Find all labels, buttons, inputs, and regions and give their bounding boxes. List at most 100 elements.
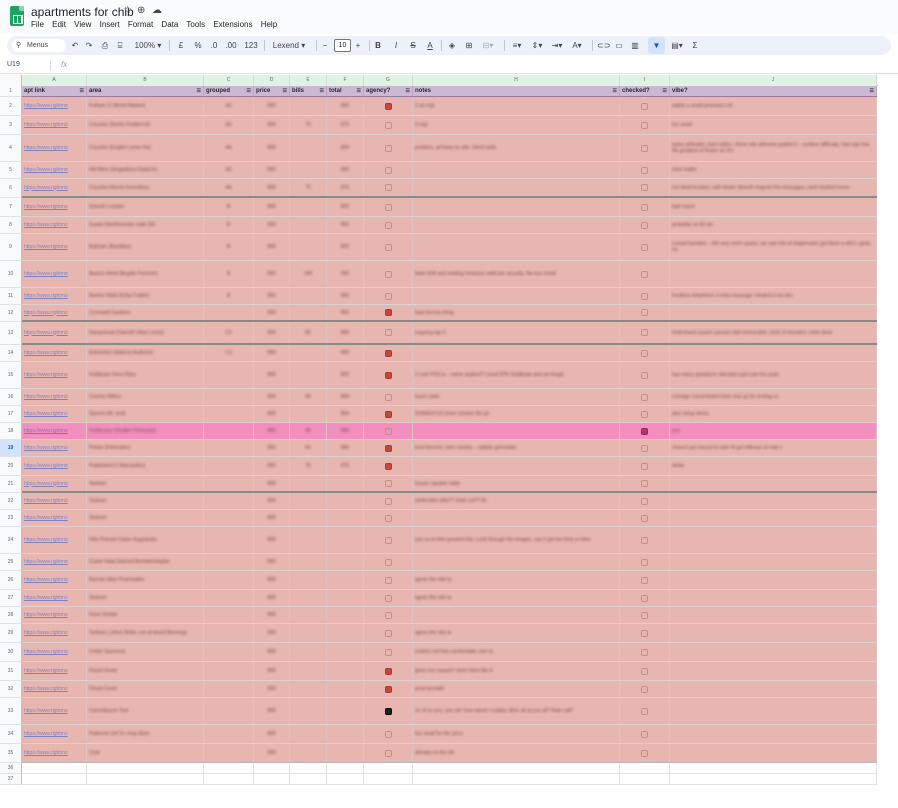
filter-button[interactable]: ▼ [648, 37, 665, 54]
cell-area[interactable]: Hills Polnam Gates Supplardia [87, 527, 204, 553]
cell-bills[interactable] [290, 406, 327, 422]
cell-total[interactable]: 875 [327, 457, 364, 475]
header-cell[interactable]: area ☰ [87, 86, 204, 96]
cell-total[interactable]: 880 [327, 440, 364, 456]
decrease-decimal-button[interactable]: .0 [208, 36, 220, 55]
cell-area[interactable]: Ceat [87, 744, 204, 762]
cell-vibe[interactable]: cursed bumbler – felt very norm quarts, … [670, 234, 877, 260]
cell-notes[interactable] [413, 288, 620, 304]
row-number[interactable]: 37 [0, 774, 22, 785]
cell-checked[interactable] [620, 698, 670, 724]
apartment-link[interactable]: https://www.rightmo [24, 612, 68, 618]
cell-bills[interactable] [290, 135, 327, 161]
cell-vibe[interactable] [670, 554, 877, 570]
checkbox[interactable] [641, 121, 648, 129]
empty-cell[interactable] [22, 774, 87, 784]
cell-price[interactable]: 800 [254, 261, 290, 287]
empty-cell[interactable] [670, 774, 877, 784]
star-icon[interactable]: ☆ [123, 5, 132, 17]
cell-area[interactable]: Tanbam [87, 590, 204, 606]
cell-vibe[interactable]: stable a small premises c/4 [670, 97, 877, 115]
apartment-link[interactable]: https://www.rightmo [24, 271, 68, 277]
checkbox[interactable] [384, 121, 392, 129]
column-header-a[interactable]: A [22, 75, 87, 86]
cell-agency[interactable] [364, 571, 413, 589]
row-number[interactable]: 15 [0, 362, 22, 389]
cell-bills[interactable] [290, 643, 327, 661]
cell-bills[interactable] [290, 607, 327, 623]
cell-total[interactable] [327, 698, 364, 724]
checkbox[interactable] [384, 393, 392, 401]
cell-area[interactable]: Fulham Cl (Brent Market) [87, 97, 204, 115]
cell-vibe[interactable]: not ideal location; with kinder ideacth … [670, 179, 877, 196]
cell-area[interactable]: Crane Valat Gainool Bombtendoplan [87, 554, 204, 570]
cell-grouped[interactable]: A4 [204, 135, 254, 161]
cell-checked[interactable] [620, 476, 670, 491]
empty-cell[interactable] [87, 763, 204, 773]
empty-cell[interactable] [620, 774, 670, 784]
cell-agency[interactable] [364, 744, 413, 762]
checkbox[interactable] [384, 292, 392, 300]
cell-checked[interactable] [620, 162, 670, 178]
cell-area[interactable]: Tanbam (Johns Bride, not at tiered Benni… [87, 624, 204, 642]
checkbox[interactable] [384, 648, 392, 656]
row-number[interactable]: 2 [0, 97, 22, 116]
apartment-link[interactable]: https://www.rightmo [24, 310, 68, 316]
checkbox[interactable] [384, 707, 392, 715]
cell-price[interactable]: 800 [254, 288, 290, 304]
cell-total[interactable] [327, 493, 364, 509]
cell-agency[interactable] [364, 116, 413, 134]
cell-link[interactable]: https://www.rightmo [22, 725, 87, 743]
filter-dropdown-icon[interactable]: ☰ [613, 88, 617, 94]
menu-edit[interactable]: Edit [52, 20, 66, 29]
row-number[interactable]: 30 [0, 643, 22, 662]
cell-link[interactable]: https://www.rightmo [22, 493, 87, 509]
cell-link[interactable]: https://www.rightmo [22, 643, 87, 661]
cell-link[interactable]: https://www.rightmo [22, 698, 87, 724]
cell-bills[interactable] [290, 288, 327, 304]
checkbox[interactable] [384, 497, 392, 505]
cell-notes[interactable] [413, 234, 620, 260]
checkbox[interactable] [384, 576, 392, 584]
checkbox[interactable] [384, 221, 392, 229]
cell-link[interactable]: https://www.rightmo [22, 423, 87, 439]
cell-link[interactable]: https://www.rightmo [22, 607, 87, 623]
cell-link[interactable]: https://www.rightmo [22, 198, 87, 216]
functions-button[interactable]: Σ [690, 36, 700, 55]
empty-row[interactable] [22, 763, 877, 774]
column-header-h[interactable]: H [413, 75, 620, 86]
cell-agency[interactable] [364, 681, 413, 697]
cell-notes[interactable] [413, 510, 620, 526]
cell-area[interactable]: Crantor Hillbro [87, 389, 204, 405]
cell-bills[interactable] [290, 217, 327, 233]
header-cell[interactable]: checked? ☰ [620, 86, 670, 96]
empty-cell[interactable] [290, 774, 327, 784]
cell-total[interactable]: 800 [327, 345, 364, 361]
row-number[interactable]: 26 [0, 571, 22, 590]
filter-dropdown-icon[interactable]: ☰ [80, 88, 84, 94]
cell-agency[interactable] [364, 662, 413, 680]
cell-link[interactable]: https://www.rightmo [22, 217, 87, 233]
checkbox[interactable] [641, 292, 648, 300]
row-number[interactable]: 12 [0, 305, 22, 322]
cell-link[interactable]: https://www.rightmo [22, 624, 87, 642]
cell-grouped[interactable] [204, 440, 254, 456]
cell-checked[interactable] [620, 590, 670, 606]
cell-bills[interactable] [290, 527, 327, 553]
cell-link[interactable]: https://www.rightmo [22, 457, 87, 475]
cell-vibe[interactable] [670, 698, 877, 724]
cell-grouped[interactable]: C3 [204, 345, 254, 361]
sheets-logo-icon[interactable] [10, 6, 24, 26]
cell-notes[interactable] [413, 554, 620, 570]
cell-price[interactable]: 800 [254, 162, 290, 178]
cell-bills[interactable]: 100 [290, 261, 327, 287]
row-number[interactable]: 14 [0, 345, 22, 362]
checkbox[interactable] [641, 410, 648, 418]
row-number[interactable]: 18 [0, 423, 22, 440]
cell-bills[interactable] [290, 493, 327, 509]
cell-agency[interactable] [364, 198, 413, 216]
cell-total[interactable] [327, 476, 364, 491]
checkbox[interactable] [384, 611, 392, 619]
cell-total[interactable] [327, 510, 364, 526]
cell-vibe[interactable] [670, 261, 877, 287]
